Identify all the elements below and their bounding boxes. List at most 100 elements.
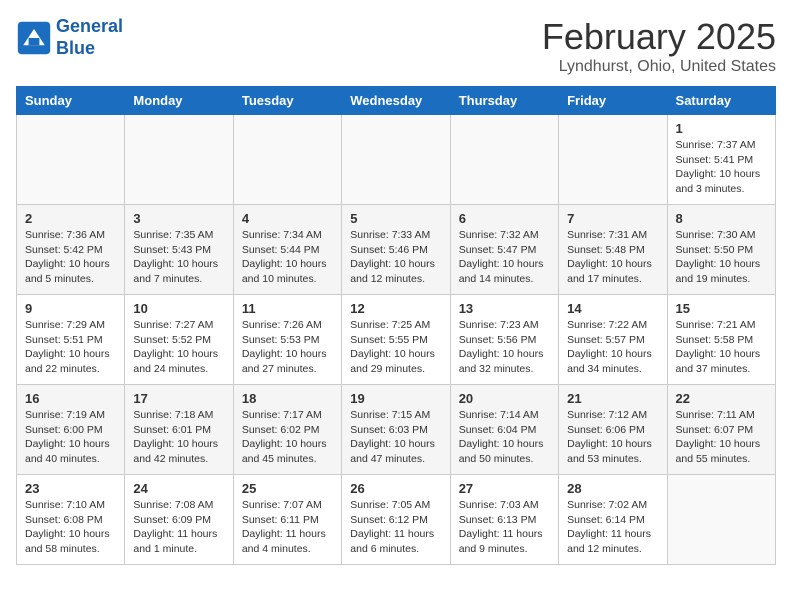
weekday-header: Saturday bbox=[667, 87, 775, 115]
calendar-cell: 15Sunrise: 7:21 AM Sunset: 5:58 PM Dayli… bbox=[667, 295, 775, 385]
calendar-cell: 16 Sunrise: 7:19 AM Sunset: 6:00 PM Dayli… bbox=[17, 385, 125, 475]
day-info: Sunrise: 7:35 AM Sunset: 5:43 PM Dayligh… bbox=[133, 228, 224, 287]
calendar-cell: 12Sunrise: 7:25 AM Sunset: 5:55 PM Dayli… bbox=[342, 295, 450, 385]
calendar-cell bbox=[667, 475, 775, 565]
day-number: 12 bbox=[350, 301, 441, 316]
calendar-cell bbox=[342, 115, 450, 205]
day-info: Sunrise: 7:18 AM Sunset: 6:01 PM Dayligh… bbox=[133, 408, 224, 467]
day-number: 18 bbox=[242, 391, 333, 406]
calendar-cell: 17 Sunrise: 7:18 AM Sunset: 6:01 PM Dayli… bbox=[125, 385, 233, 475]
calendar-cell: 9 Sunrise: 7:29 AM Sunset: 5:51 PM Daylig… bbox=[17, 295, 125, 385]
day-number: 25 bbox=[242, 481, 333, 496]
day-info: Sunrise: 7:08 AM Sunset: 6:09 PM Dayligh… bbox=[133, 498, 224, 557]
day-info: Sunrise: 7:34 AM Sunset: 5:44 PM Dayligh… bbox=[242, 228, 333, 287]
calendar-cell: 21Sunrise: 7:12 AM Sunset: 6:06 PM Dayli… bbox=[559, 385, 667, 475]
calendar-cell: 1 Sunrise: 7:37 AM Sunset: 5:41 PM Daylig… bbox=[667, 115, 775, 205]
day-info: Sunrise: 7:15 AM Sunset: 6:03 PM Dayligh… bbox=[350, 408, 441, 467]
weekday-header: Monday bbox=[125, 87, 233, 115]
calendar-cell bbox=[233, 115, 341, 205]
day-number: 1 bbox=[676, 121, 767, 136]
calendar-cell: 27Sunrise: 7:03 AM Sunset: 6:13 PM Dayli… bbox=[450, 475, 558, 565]
calendar-cell: 23 Sunrise: 7:10 AM Sunset: 6:08 PM Dayli… bbox=[17, 475, 125, 565]
calendar-cell: 19Sunrise: 7:15 AM Sunset: 6:03 PM Dayli… bbox=[342, 385, 450, 475]
calendar-cell: 4 Sunrise: 7:34 AM Sunset: 5:44 PM Daylig… bbox=[233, 205, 341, 295]
logo-text-line1: General bbox=[56, 16, 123, 38]
calendar-cell bbox=[17, 115, 125, 205]
calendar-week-row: 9 Sunrise: 7:29 AM Sunset: 5:51 PM Daylig… bbox=[17, 295, 776, 385]
calendar-cell bbox=[559, 115, 667, 205]
day-number: 10 bbox=[133, 301, 224, 316]
day-info: Sunrise: 7:31 AM Sunset: 5:48 PM Dayligh… bbox=[567, 228, 658, 287]
calendar-cell: 28Sunrise: 7:02 AM Sunset: 6:14 PM Dayli… bbox=[559, 475, 667, 565]
day-number: 8 bbox=[676, 211, 767, 226]
logo-icon bbox=[16, 20, 52, 56]
day-info: Sunrise: 7:33 AM Sunset: 5:46 PM Dayligh… bbox=[350, 228, 441, 287]
calendar-week-row: 16 Sunrise: 7:19 AM Sunset: 6:00 PM Dayli… bbox=[17, 385, 776, 475]
day-number: 16 bbox=[25, 391, 116, 406]
calendar-cell: 13 Sunrise: 7:23 AM Sunset: 5:56 PM Dayli… bbox=[450, 295, 558, 385]
calendar-week-row: 1 Sunrise: 7:37 AM Sunset: 5:41 PM Daylig… bbox=[17, 115, 776, 205]
calendar-cell: 24 Sunrise: 7:08 AM Sunset: 6:09 PM Dayli… bbox=[125, 475, 233, 565]
day-info: Sunrise: 7:10 AM Sunset: 6:08 PM Dayligh… bbox=[25, 498, 116, 557]
day-number: 15 bbox=[676, 301, 767, 316]
day-number: 5 bbox=[350, 211, 441, 226]
day-info: Sunrise: 7:11 AM Sunset: 6:07 PM Dayligh… bbox=[676, 408, 767, 467]
day-info: Sunrise: 7:23 AM Sunset: 5:56 PM Dayligh… bbox=[459, 318, 550, 377]
day-number: 24 bbox=[133, 481, 224, 496]
day-number: 14 bbox=[567, 301, 658, 316]
calendar-cell: 11 Sunrise: 7:26 AM Sunset: 5:53 PM Dayli… bbox=[233, 295, 341, 385]
day-number: 3 bbox=[133, 211, 224, 226]
weekday-header: Thursday bbox=[450, 87, 558, 115]
day-info: Sunrise: 7:22 AM Sunset: 5:57 PM Dayligh… bbox=[567, 318, 658, 377]
day-info: Sunrise: 7:17 AM Sunset: 6:02 PM Dayligh… bbox=[242, 408, 333, 467]
calendar-week-row: 23 Sunrise: 7:10 AM Sunset: 6:08 PM Dayli… bbox=[17, 475, 776, 565]
day-number: 17 bbox=[133, 391, 224, 406]
day-number: 13 bbox=[459, 301, 550, 316]
day-number: 2 bbox=[25, 211, 116, 226]
day-info: Sunrise: 7:37 AM Sunset: 5:41 PM Dayligh… bbox=[676, 138, 767, 197]
weekday-header: Wednesday bbox=[342, 87, 450, 115]
calendar-cell bbox=[450, 115, 558, 205]
calendar-cell: 6 Sunrise: 7:32 AM Sunset: 5:47 PM Daylig… bbox=[450, 205, 558, 295]
day-number: 6 bbox=[459, 211, 550, 226]
day-number: 23 bbox=[25, 481, 116, 496]
day-number: 4 bbox=[242, 211, 333, 226]
calendar-cell: 5 Sunrise: 7:33 AM Sunset: 5:46 PM Daylig… bbox=[342, 205, 450, 295]
location: Lyndhurst, Ohio, United States bbox=[542, 58, 776, 76]
calendar-cell: 18 Sunrise: 7:17 AM Sunset: 6:02 PM Dayli… bbox=[233, 385, 341, 475]
day-number: 22 bbox=[676, 391, 767, 406]
logo-text-line2: Blue bbox=[56, 38, 123, 60]
day-info: Sunrise: 7:36 AM Sunset: 5:42 PM Dayligh… bbox=[25, 228, 116, 287]
day-info: Sunrise: 7:19 AM Sunset: 6:00 PM Dayligh… bbox=[25, 408, 116, 467]
calendar-cell: 3 Sunrise: 7:35 AM Sunset: 5:43 PM Daylig… bbox=[125, 205, 233, 295]
calendar-cell: 7 Sunrise: 7:31 AM Sunset: 5:48 PM Daylig… bbox=[559, 205, 667, 295]
day-info: Sunrise: 7:07 AM Sunset: 6:11 PM Dayligh… bbox=[242, 498, 333, 557]
day-number: 28 bbox=[567, 481, 658, 496]
day-number: 20 bbox=[459, 391, 550, 406]
logo: General Blue bbox=[16, 16, 123, 59]
calendar-cell: 14 Sunrise: 7:22 AM Sunset: 5:57 PM Dayli… bbox=[559, 295, 667, 385]
calendar-cell: 10Sunrise: 7:27 AM Sunset: 5:52 PM Dayli… bbox=[125, 295, 233, 385]
day-info: Sunrise: 7:30 AM Sunset: 5:50 PM Dayligh… bbox=[676, 228, 767, 287]
day-number: 11 bbox=[242, 301, 333, 316]
title-block: February 2025 Lyndhurst, Ohio, United St… bbox=[542, 16, 776, 76]
day-info: Sunrise: 7:05 AM Sunset: 6:12 PM Dayligh… bbox=[350, 498, 441, 557]
page-header: General Blue February 2025 Lyndhurst, Oh… bbox=[16, 16, 776, 76]
day-number: 7 bbox=[567, 211, 658, 226]
day-info: Sunrise: 7:29 AM Sunset: 5:51 PM Dayligh… bbox=[25, 318, 116, 377]
day-info: Sunrise: 7:32 AM Sunset: 5:47 PM Dayligh… bbox=[459, 228, 550, 287]
calendar-cell bbox=[125, 115, 233, 205]
day-number: 9 bbox=[25, 301, 116, 316]
day-info: Sunrise: 7:03 AM Sunset: 6:13 PM Dayligh… bbox=[459, 498, 550, 557]
calendar-cell: 8 Sunrise: 7:30 AM Sunset: 5:50 PM Daylig… bbox=[667, 205, 775, 295]
weekday-header-row: SundayMondayTuesdayWednesdayThursdayFrid… bbox=[17, 87, 776, 115]
weekday-header: Sunday bbox=[17, 87, 125, 115]
day-number: 21 bbox=[567, 391, 658, 406]
day-info: Sunrise: 7:14 AM Sunset: 6:04 PM Dayligh… bbox=[459, 408, 550, 467]
calendar-table: SundayMondayTuesdayWednesdayThursdayFrid… bbox=[16, 86, 776, 565]
calendar-cell: 2 Sunrise: 7:36 AM Sunset: 5:42 PM Daylig… bbox=[17, 205, 125, 295]
calendar-cell: 25 Sunrise: 7:07 AM Sunset: 6:11 PM Dayli… bbox=[233, 475, 341, 565]
weekday-header: Tuesday bbox=[233, 87, 341, 115]
day-info: Sunrise: 7:26 AM Sunset: 5:53 PM Dayligh… bbox=[242, 318, 333, 377]
day-number: 26 bbox=[350, 481, 441, 496]
